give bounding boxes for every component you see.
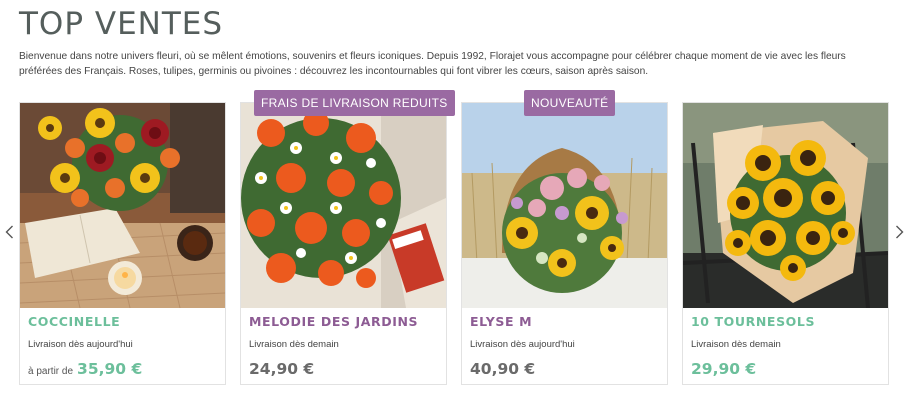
delivery-info: Livraison dès aujourd'hui bbox=[28, 339, 133, 350]
product-price: 40,90 € bbox=[470, 360, 536, 378]
price-row: à partir de 35,90 € bbox=[28, 360, 142, 378]
product-price: 35,90 € bbox=[77, 360, 143, 378]
badge-new: NOUVEAUTÉ bbox=[524, 90, 616, 116]
product-card-elyse-m[interactable]: ELYSE M Livraison dès aujourd'hui 40,90 … bbox=[461, 102, 668, 385]
product-image[interactable] bbox=[241, 103, 446, 308]
carousel-next-button[interactable] bbox=[892, 222, 904, 242]
chevron-right-icon bbox=[895, 225, 903, 239]
section-title: TOP VENTES bbox=[19, 6, 224, 42]
product-name[interactable]: 10 TOURNESOLS bbox=[691, 314, 815, 329]
price-row: 40,90 € bbox=[470, 360, 535, 378]
product-image[interactable] bbox=[462, 103, 667, 308]
section-intro: Bienvenue dans notre univers fleuri, où … bbox=[19, 51, 846, 77]
product-image[interactable] bbox=[683, 103, 888, 308]
product-card-10-tournesols[interactable]: 10 TOURNESOLS Livraison dès demain 29,90… bbox=[682, 102, 889, 385]
price-row: 29,90 € bbox=[691, 360, 756, 378]
product-name[interactable]: COCCINELLE bbox=[28, 314, 120, 329]
product-price: 29,90 € bbox=[691, 360, 757, 378]
price-row: 24,90 € bbox=[249, 360, 314, 378]
delivery-info: Livraison dès aujourd'hui bbox=[470, 339, 575, 350]
carousel-prev-button[interactable] bbox=[2, 222, 16, 242]
product-price: 24,90 € bbox=[249, 360, 315, 378]
product-card-coccinelle[interactable]: COCCINELLE Livraison dès aujourd'hui à p… bbox=[19, 102, 226, 385]
delivery-info: Livraison dès demain bbox=[249, 339, 339, 350]
badge-reduced-delivery: FRAIS DE LIVRAISON REDUITS bbox=[254, 90, 455, 116]
product-image[interactable] bbox=[20, 103, 225, 308]
product-name[interactable]: ELYSE M bbox=[470, 314, 532, 329]
delivery-info: Livraison dès demain bbox=[691, 339, 781, 350]
chevron-left-icon bbox=[5, 225, 13, 239]
product-card-melodie-des-jardins[interactable]: MELODIE DES JARDINS Livraison dès demain… bbox=[240, 102, 447, 385]
price-prefix: à partir de bbox=[28, 366, 74, 377]
product-name[interactable]: MELODIE DES JARDINS bbox=[249, 314, 418, 329]
